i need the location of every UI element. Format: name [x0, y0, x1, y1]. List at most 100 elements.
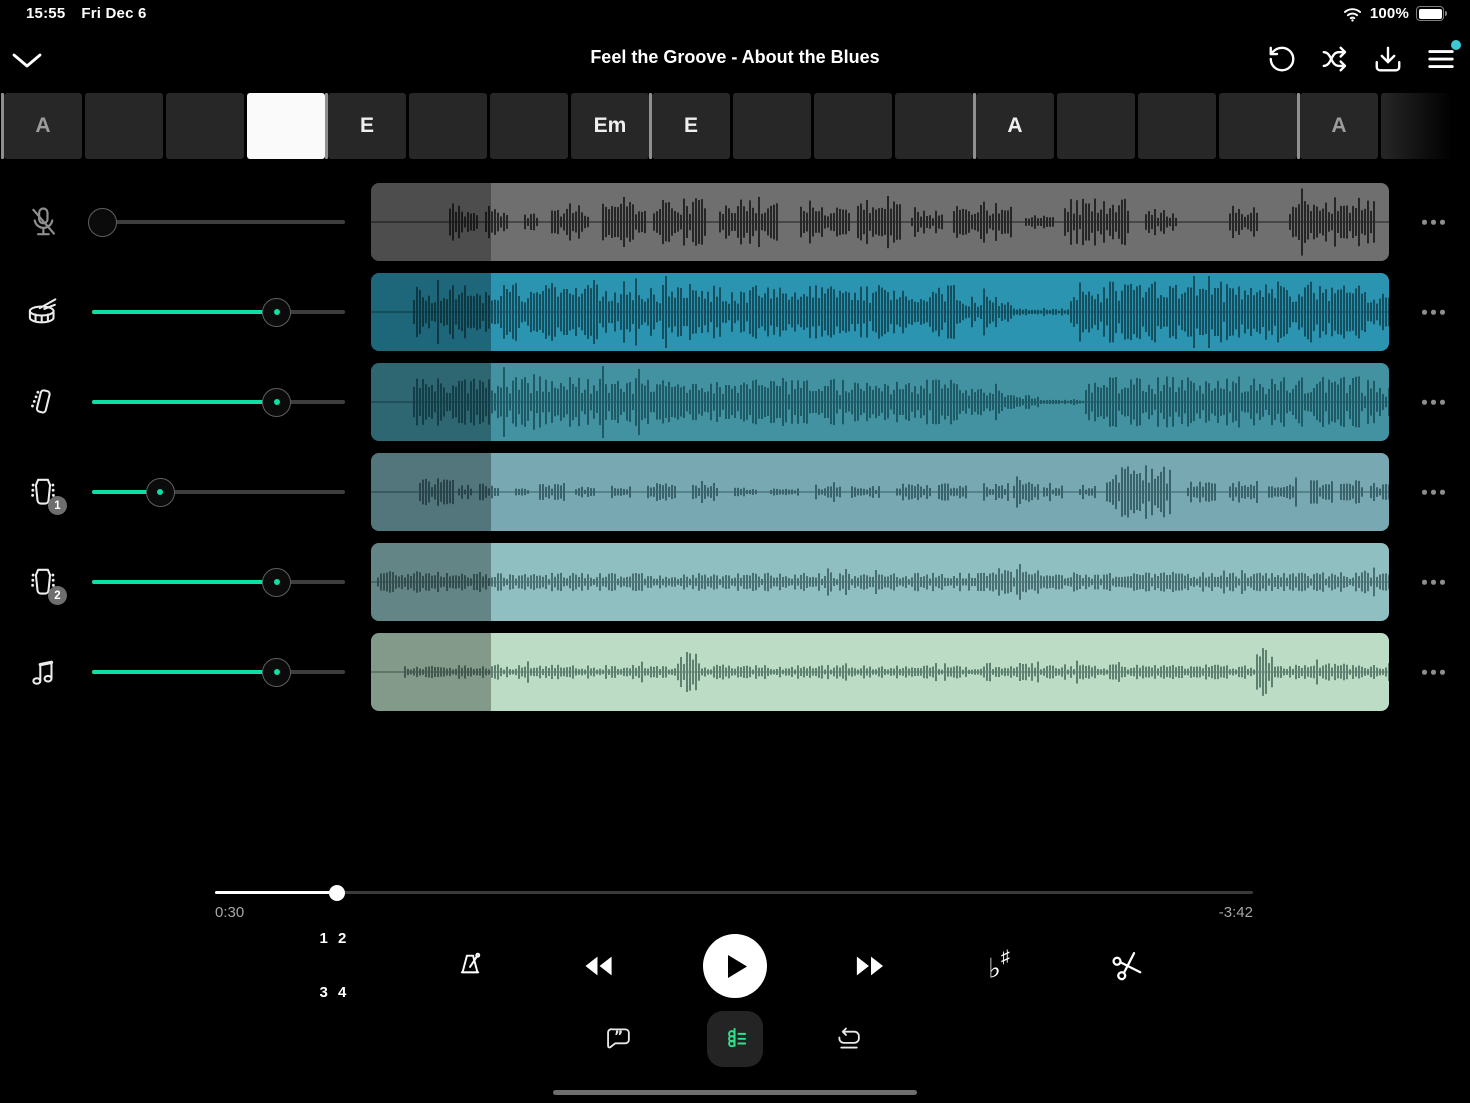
loop-icon	[834, 1024, 864, 1054]
chord-label: E	[684, 114, 698, 138]
chord-cell[interactable]: E	[652, 93, 730, 159]
slider-thumb[interactable]	[262, 388, 291, 417]
ellipsis-icon	[1431, 670, 1436, 675]
waveform-guitar-1[interactable]	[371, 453, 1389, 531]
date: Fri Dec 6	[81, 5, 146, 22]
notification-dot	[1451, 40, 1461, 50]
slider-track[interactable]	[92, 220, 345, 224]
waveform-bass[interactable]	[371, 363, 1389, 441]
chord-cell[interactable]	[409, 93, 487, 159]
waveform-vocals[interactable]	[371, 183, 1389, 261]
ellipsis-icon	[1431, 400, 1436, 405]
notes-icon[interactable]	[25, 654, 61, 690]
seek-bar: 0:30 -3:42	[215, 884, 1253, 924]
chord-label: Em	[594, 114, 627, 138]
battery-percent: 100%	[1370, 5, 1409, 22]
menu-button[interactable]	[1426, 44, 1456, 74]
seek-track[interactable]	[215, 891, 1253, 894]
download-button[interactable]	[1373, 44, 1403, 74]
song-player-screen: 15:55 Fri Dec 6 100% Feel the Groove - A…	[0, 0, 1470, 1103]
chord-cell[interactable]	[1057, 93, 1135, 159]
chord-cell[interactable]	[1381, 93, 1459, 159]
track-more-options-button[interactable]	[1420, 392, 1447, 413]
time-signature-bottom: 3 4	[319, 984, 362, 1002]
play-button[interactable]	[703, 934, 767, 998]
bass-icon[interactable]	[25, 384, 61, 420]
track-more-options-button[interactable]	[1420, 212, 1447, 233]
trim-scissors-icon	[1111, 950, 1143, 982]
chord-cell[interactable]	[85, 93, 163, 159]
rewind-button[interactable]	[580, 955, 616, 978]
measure-separator	[1, 93, 5, 159]
chord-cell[interactable]: A	[1300, 93, 1378, 159]
track-more-options-button[interactable]	[1420, 572, 1447, 593]
rewind-icon	[580, 955, 616, 978]
slider-thumb[interactable]	[88, 208, 117, 237]
split-icon	[1320, 44, 1350, 74]
slider-thumb[interactable]	[262, 568, 291, 597]
fast-forward-icon	[853, 955, 889, 978]
measure-separator	[1297, 93, 1301, 159]
chord-cell-current[interactable]	[247, 93, 325, 159]
track-row-vocals	[0, 183, 1470, 261]
chord-cell[interactable]	[1138, 93, 1216, 159]
measure-separator	[649, 93, 653, 159]
measure-separator	[973, 93, 977, 159]
track-more-options-button[interactable]	[1420, 302, 1447, 323]
chord-cell[interactable]: A	[976, 93, 1054, 159]
slider-thumb[interactable]	[262, 298, 291, 327]
play-icon	[728, 955, 747, 978]
home-indicator[interactable]	[553, 1090, 917, 1096]
undo-button[interactable]	[1267, 44, 1297, 74]
ellipsis-icon	[1422, 670, 1427, 675]
ellipsis-icon	[1422, 220, 1427, 225]
ellipsis-icon	[1431, 310, 1436, 315]
ellipsis-icon	[1440, 220, 1445, 225]
chord-cell[interactable]	[490, 93, 568, 159]
measure-separator	[325, 93, 329, 159]
track-number-badge: 1	[48, 496, 67, 515]
slider-fill	[92, 310, 277, 314]
chord-cell[interactable]: Em	[571, 93, 649, 159]
ellipsis-icon	[1440, 670, 1445, 675]
waveform-drums[interactable]	[371, 273, 1389, 351]
chord-cell[interactable]	[733, 93, 811, 159]
waveform-guitar-2[interactable]	[371, 543, 1389, 621]
tab-mixer[interactable]	[707, 1011, 763, 1067]
ellipsis-icon	[1431, 580, 1436, 585]
fast-forward-button[interactable]	[853, 955, 889, 978]
mic-muted-icon[interactable]	[25, 204, 61, 240]
guitar-icon[interactable]: 2	[25, 564, 61, 600]
pitch-button[interactable]: ♭ ♯	[988, 950, 1010, 983]
ellipsis-icon	[1440, 400, 1445, 405]
waveform-other[interactable]	[371, 633, 1389, 711]
transport-controls: 1 2 3 4 ♭ ♯	[0, 934, 1470, 998]
chord-cell[interactable]: E	[328, 93, 406, 159]
chord-cell[interactable]: A	[4, 93, 82, 159]
chord-cell[interactable]	[814, 93, 892, 159]
track-more-options-button[interactable]	[1420, 662, 1447, 683]
track-row-drums	[0, 273, 1470, 351]
trim-button[interactable]	[1111, 950, 1143, 982]
tab-loop[interactable]	[821, 1011, 877, 1067]
track-more-options-button[interactable]	[1420, 482, 1447, 503]
chord-timeline: A E Em E A A	[4, 93, 1459, 159]
ellipsis-icon	[1440, 580, 1445, 585]
slider-thumb[interactable]	[262, 658, 291, 687]
song-title: Feel the Groove - About the Blues	[0, 47, 1470, 68]
tab-lyrics[interactable]: ”	[591, 1011, 647, 1067]
chord-label: E	[360, 114, 374, 138]
slider-fill	[92, 670, 277, 674]
track-row-guitar-1: 1	[0, 453, 1470, 531]
guitar-icon[interactable]: 1	[25, 474, 61, 510]
elapsed-time: 0:30	[215, 904, 244, 921]
split-tracks-button[interactable]	[1320, 44, 1350, 74]
ellipsis-icon	[1422, 310, 1427, 315]
slider-thumb[interactable]	[146, 478, 175, 507]
chord-cell[interactable]	[895, 93, 973, 159]
chord-cell[interactable]	[166, 93, 244, 159]
drums-icon[interactable]	[25, 294, 61, 330]
metronome-button[interactable]	[454, 950, 486, 982]
sharp-glyph: ♯	[1001, 948, 1010, 966]
chord-cell[interactable]	[1219, 93, 1297, 159]
